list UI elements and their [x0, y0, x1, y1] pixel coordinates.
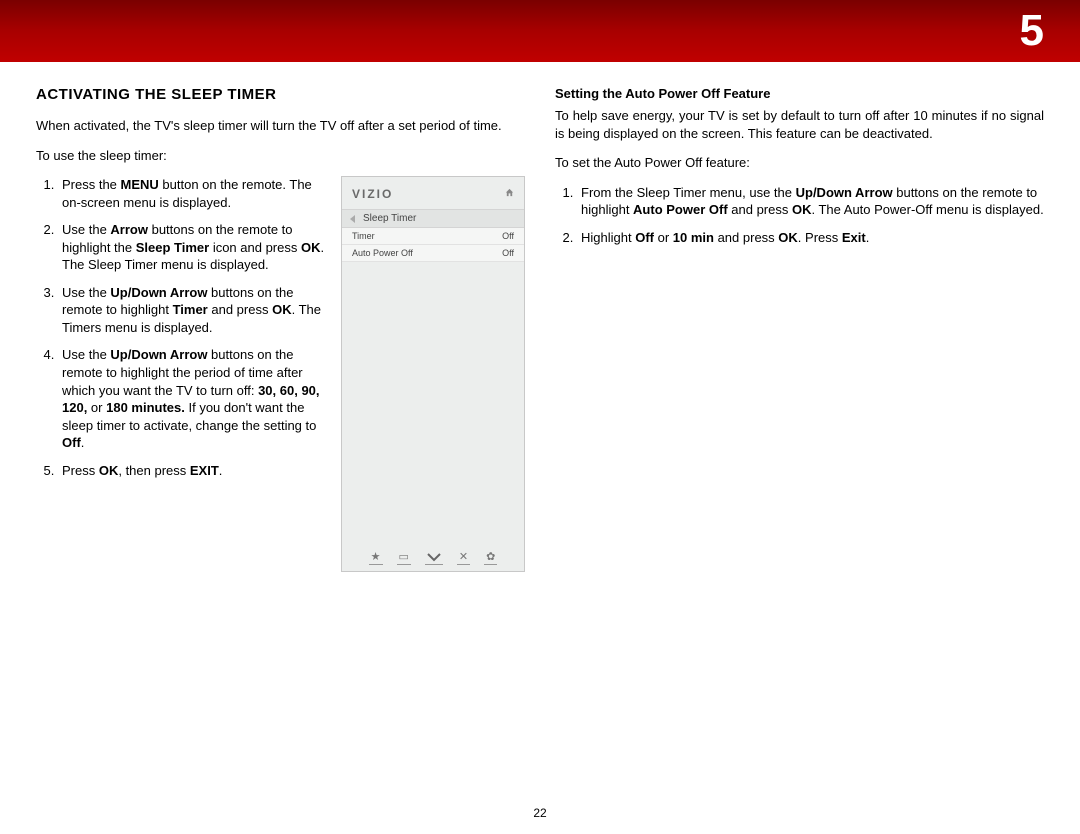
subsection-heading: Setting the Auto Power Off Feature	[555, 86, 1044, 101]
list-item: Use the Arrow buttons on the remote to h…	[58, 221, 327, 274]
vizio-menu-screenshot: VIZIO Sleep Timer Timer Off Auto Power	[341, 176, 525, 572]
chapter-number: 5	[1020, 6, 1044, 56]
list-item: Use the Up/Down Arrow buttons on the rem…	[58, 346, 327, 451]
panel-row-label: Auto Power Off	[352, 248, 413, 258]
chevron-down-icon	[425, 552, 443, 565]
home-icon	[505, 188, 514, 200]
panel-crumb-label: Sleep Timer	[363, 213, 416, 224]
page-number: 22	[0, 806, 1080, 820]
left-column: ACTIVATING THE SLEEP TIMER When activate…	[36, 86, 525, 804]
star-icon: ★	[369, 552, 383, 565]
list-item: Highlight Off or 10 min and press OK. Pr…	[577, 229, 1044, 247]
list-item: Press OK, then press EXIT.	[58, 462, 327, 480]
lead-text: To use the sleep timer:	[36, 147, 525, 165]
panel-row-value: Off	[502, 248, 514, 258]
panel-row-label: Timer	[352, 231, 375, 241]
close-icon: ✕	[457, 552, 470, 565]
intro-text: When activated, the TV's sleep timer wil…	[36, 117, 525, 135]
panel-row: Timer Off	[342, 228, 524, 245]
intro-text: To help save energy, your TV is set by d…	[555, 107, 1044, 142]
page-content: ACTIVATING THE SLEEP TIMER When activate…	[36, 86, 1044, 804]
list-item: Use the Up/Down Arrow buttons on the rem…	[58, 284, 327, 337]
list-item: From the Sleep Timer menu, use the Up/Do…	[577, 184, 1044, 219]
panel-breadcrumb: Sleep Timer	[342, 209, 524, 228]
panel-row-value: Off	[502, 231, 514, 241]
panel-brand: VIZIO	[352, 187, 393, 201]
right-column: Setting the Auto Power Off Feature To he…	[555, 86, 1044, 804]
steps-list-left: Press the MENU button on the remote. The…	[36, 176, 327, 479]
screen-icon: ▭	[397, 552, 411, 565]
steps-list-right: From the Sleep Timer menu, use the Up/Do…	[555, 184, 1044, 247]
lead-text: To set the Auto Power Off feature:	[555, 154, 1044, 172]
gear-icon: ✿	[484, 552, 497, 565]
section-heading: ACTIVATING THE SLEEP TIMER	[36, 86, 525, 103]
panel-footer: ★ ▭ ✕ ✿	[342, 552, 524, 565]
panel-row: Auto Power Off Off	[342, 245, 524, 262]
header-bar: 5	[0, 0, 1080, 62]
list-item: Press the MENU button on the remote. The…	[58, 176, 327, 211]
back-icon	[350, 215, 355, 223]
